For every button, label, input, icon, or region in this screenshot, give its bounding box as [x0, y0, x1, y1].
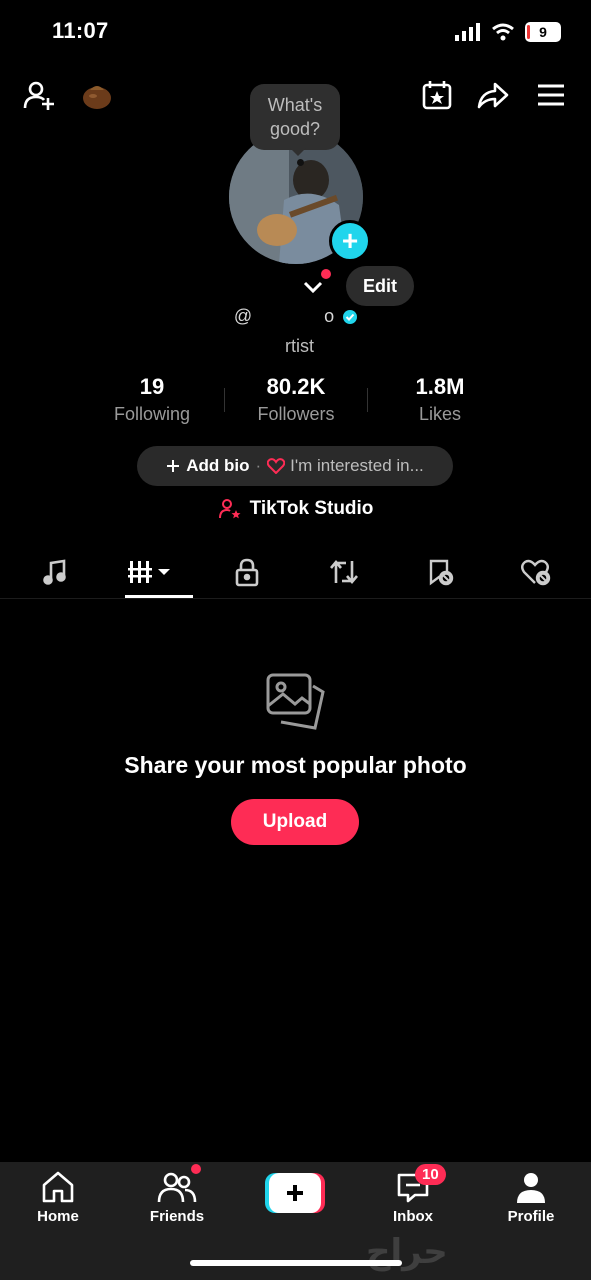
profile-stats: 19 Following 80.2K Followers 1.8M Likes [80, 374, 512, 425]
stat-likes[interactable]: 1.8M Likes [368, 374, 512, 425]
profile-icon [517, 1173, 545, 1203]
tabs-divider [0, 598, 591, 599]
nav-friends-label: Friends [149, 1208, 205, 1225]
friends-notification-dot [191, 1164, 201, 1174]
wifi-icon [492, 23, 514, 41]
stat-followers-value: 80.2K [266, 374, 326, 399]
tiktok-studio-link[interactable]: TikTok Studio [0, 498, 591, 520]
username: @ o [0, 306, 591, 327]
battery-indicator: 9 [525, 22, 561, 42]
create-plus-icon [265, 1173, 325, 1213]
empty-state-title: Share your most popular photo [124, 752, 467, 778]
stat-likes-value: 1.8M [415, 374, 465, 399]
content-tabs [20, 550, 571, 594]
chestnut-emoji-icon[interactable] [80, 78, 114, 112]
verified-badge-icon [343, 310, 358, 325]
nav-profile[interactable]: Profile [481, 1170, 581, 1225]
signal-icon [455, 23, 480, 41]
share-icon[interactable] [476, 78, 510, 112]
inbox-badge: 10 [415, 1164, 446, 1185]
stat-following[interactable]: 19 Following [80, 374, 224, 425]
create-button[interactable] [265, 1173, 325, 1213]
nav-profile-label: Profile [507, 1208, 555, 1225]
add-story-button[interactable]: + [329, 220, 371, 262]
studio-person-star-icon [218, 499, 241, 519]
nav-home-label: Home [37, 1208, 79, 1225]
plus-icon [167, 460, 180, 472]
bio-separator: · [255, 456, 262, 475]
watermark: حراج [366, 1233, 448, 1271]
notification-dot [321, 269, 331, 279]
tab-videos[interactable] [116, 550, 186, 594]
home-indicator[interactable] [190, 1260, 402, 1266]
status-time: 11:07 [52, 18, 109, 43]
interests-label: I'm interested in... [290, 456, 424, 475]
heart-icon [267, 458, 286, 474]
calendar-star-icon[interactable] [420, 78, 454, 112]
profile-category: rtist [0, 336, 591, 357]
upload-button[interactable]: Upload [231, 799, 359, 845]
add-friend-icon[interactable] [22, 78, 56, 112]
bookmark-hidden-icon [429, 559, 453, 586]
edit-profile-button[interactable]: Edit [346, 266, 414, 306]
home-icon [42, 1171, 74, 1203]
menu-icon[interactable] [534, 78, 568, 112]
lock-icon [236, 558, 259, 587]
heart-hidden-icon [520, 559, 551, 586]
add-bio-button[interactable]: Add bio [166, 456, 249, 476]
friends-icon [157, 1172, 197, 1203]
bubble-line-1: What's [267, 95, 323, 115]
photo-stack-icon [266, 673, 325, 730]
whats-good-bubble[interactable]: What's good? [250, 84, 340, 150]
stat-following-value: 19 [139, 374, 165, 399]
bubble-tail [290, 148, 306, 156]
bubble-dot [297, 159, 304, 166]
add-bio-label: Add bio [186, 456, 250, 475]
username-part-2: o [324, 306, 335, 326]
tab-liked[interactable] [501, 550, 571, 594]
tab-favorites[interactable] [405, 550, 475, 594]
studio-label: TikTok Studio [249, 498, 374, 519]
stat-following-label: Following [113, 404, 191, 424]
tab-music[interactable] [20, 550, 90, 594]
tab-private[interactable] [212, 550, 282, 594]
nav-inbox[interactable]: Inbox [363, 1170, 463, 1225]
music-note-icon [43, 559, 66, 585]
repost-icon [329, 559, 358, 585]
stat-followers-label: Followers [257, 404, 335, 424]
bio-pill: Add bio · I'm interested in... [137, 446, 453, 486]
profile-category-text: rtist [285, 336, 314, 356]
stat-followers[interactable]: 80.2K Followers [224, 374, 368, 425]
tab-reposts[interactable] [309, 550, 379, 594]
stat-likes-label: Likes [418, 404, 462, 424]
interests-button[interactable]: I'm interested in... [267, 456, 424, 476]
nav-friends[interactable]: Friends [127, 1170, 227, 1225]
nav-home[interactable]: Home [8, 1170, 108, 1225]
status-icons: 9 [455, 22, 561, 42]
nav-inbox-label: Inbox [393, 1208, 433, 1225]
stat-divider [224, 388, 225, 412]
grid-bars-icon [128, 561, 171, 583]
username-part-1: @ [233, 306, 253, 326]
bubble-line-2: good? [269, 119, 321, 139]
